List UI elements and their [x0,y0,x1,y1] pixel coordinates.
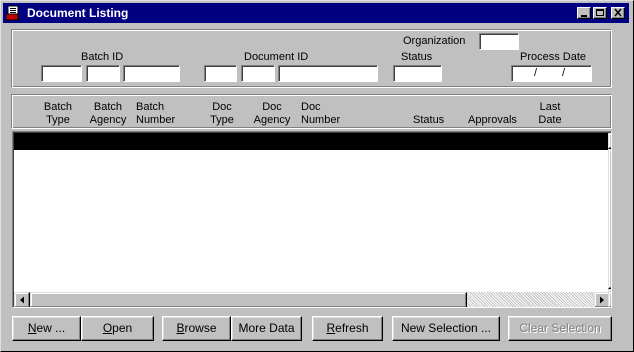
col-doc-agency-line1: Doc [262,101,282,113]
window-title: Document Listing [27,6,129,20]
col-doc-number-line1: Doc [301,101,321,113]
col-batch-type-line2: Type [46,114,70,126]
batch-type-field[interactable] [41,65,82,82]
doc-type-field[interactable] [204,65,237,82]
date-separator: / [534,67,538,79]
doc-agency-field[interactable] [241,65,275,82]
col-last-date-line2: Date [538,114,562,126]
batch-number-field[interactable] [123,65,180,82]
minimize-icon [581,15,587,17]
new-selection-button[interactable]: New Selection ... [392,316,500,341]
col-batch-agency-line2: Agency [89,114,127,126]
col-batch-number-line1: Batch [136,101,165,113]
close-icon [614,8,622,17]
process-date-label: Process Date [520,51,587,63]
clear-selection-button: Clear Selection [508,316,612,341]
arrow-left-icon [20,296,24,304]
organization-field[interactable] [479,33,519,50]
vertical-scrollbar-track[interactable] [608,149,611,292]
title-bar[interactable]: Document Listing [3,3,629,23]
col-doc-type-line2: Type [210,114,234,126]
maximize-button[interactable] [593,7,607,19]
status-label: Status [401,51,433,63]
col-last-date-line1: Last [539,101,561,113]
selected-row[interactable] [14,133,611,150]
organization-label: Organization [403,35,466,47]
batch-id-label: Batch ID [81,51,124,63]
scroll-up-button[interactable] [608,133,611,149]
col-status: Status [413,114,445,126]
maximize-icon [596,9,604,16]
scroll-down-button[interactable] [608,292,611,307]
document-list[interactable] [12,131,612,308]
vertical-scrollbar-thumb[interactable] [608,149,611,289]
filter-panel: Organization Batch ID Document ID Status… [11,29,612,88]
process-date-field[interactable]: / / [511,65,592,82]
col-approvals: Approvals [468,114,517,126]
doc-number-field[interactable] [278,65,378,82]
arrow-right-icon [600,296,604,304]
document-id-label: Document ID [244,51,309,63]
refresh-button[interactable]: Refresh [312,316,383,341]
document-listing-window: Document Listing Organization Batch ID D… [0,0,634,352]
date-separator: / [562,67,566,79]
col-batch-agency-line1: Batch [93,101,123,113]
browse-button[interactable]: Browse [162,316,231,341]
col-batch-type-line1: Batch [43,101,73,113]
horizontal-scrollbar-track[interactable] [30,292,607,307]
scroll-left-button[interactable] [14,292,30,307]
horizontal-scrollbar-thumb[interactable] [30,292,467,307]
col-doc-agency-line2: Agency [253,114,291,126]
col-doc-type-line1: Doc [212,101,232,113]
new-button[interactable]: New ... [12,316,81,341]
close-button[interactable] [611,7,625,19]
batch-agency-field[interactable] [86,65,120,82]
more-data-button[interactable]: More Data [231,316,302,341]
open-button[interactable]: Open [81,316,154,341]
col-doc-number-line2: Number [301,114,341,126]
column-header-bar: Batch Type Batch Agency Batch Number Doc… [11,94,612,129]
minimize-button[interactable] [577,7,591,19]
status-field[interactable] [393,65,442,82]
col-batch-number-line2: Number [136,114,176,126]
app-icon [6,5,19,21]
